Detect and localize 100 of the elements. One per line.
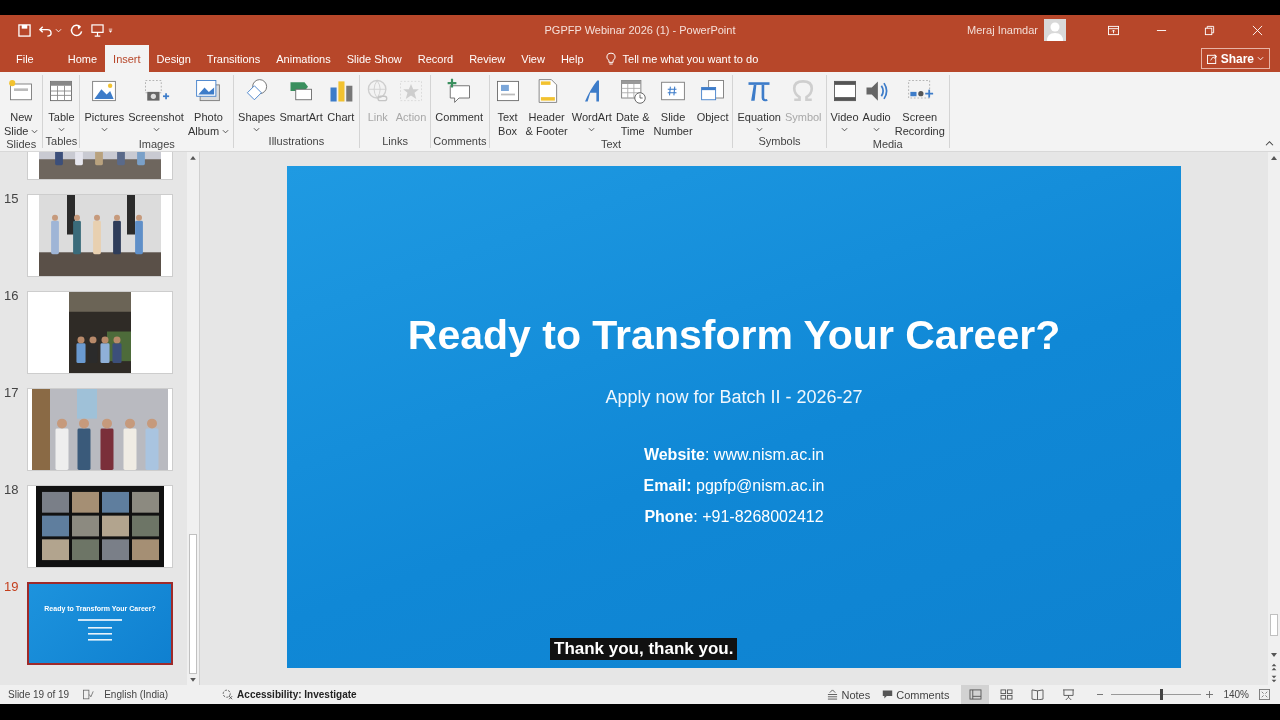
scroll-down-icon[interactable] bbox=[1270, 651, 1278, 659]
scrollbar[interactable] bbox=[1268, 152, 1280, 685]
ribbon-button[interactable]: New Slide bbox=[2, 75, 41, 138]
ribbon-button[interactable]: Equation bbox=[735, 75, 783, 133]
slider-thumb[interactable] bbox=[1159, 689, 1163, 700]
accessibility-status[interactable]: Accessibility: Investigate bbox=[237, 689, 357, 700]
user-name: Meraj Inamdar bbox=[967, 24, 1038, 36]
ribbon-tab[interactable]: File bbox=[8, 45, 42, 72]
scroll-up-icon[interactable] bbox=[189, 154, 197, 162]
scrollbar[interactable] bbox=[187, 152, 199, 685]
ribbon-button[interactable]: Slide Number bbox=[651, 75, 695, 138]
scroll-thumb[interactable] bbox=[1270, 614, 1278, 636]
group-label: Tables bbox=[45, 135, 78, 148]
caret-icon bbox=[152, 126, 160, 133]
share-button[interactable]: Share bbox=[1200, 48, 1270, 69]
group-label: Illustrations bbox=[267, 135, 326, 148]
contact-line: Email: pgpfp@nism.ac.in bbox=[643, 477, 825, 494]
collapse-ribbon-icon[interactable] bbox=[1265, 140, 1274, 147]
accessibility-icon[interactable] bbox=[222, 689, 234, 700]
fit-to-window-icon[interactable] bbox=[1259, 689, 1270, 700]
contact-line: Website: www.nism.ac.in bbox=[643, 446, 825, 463]
slide-title: Ready to Transform Your Career? bbox=[407, 311, 1061, 359]
spelling-check-icon[interactable] bbox=[83, 689, 95, 700]
ribbon-button[interactable]: Comment bbox=[433, 75, 486, 124]
ribbon-button[interactable]: Screenshot bbox=[126, 75, 186, 133]
normal-view-icon bbox=[968, 689, 982, 700]
group-label: Links bbox=[381, 135, 409, 148]
group-label: Text bbox=[599, 138, 623, 151]
slide-number: 19 bbox=[3, 580, 20, 594]
notes-button[interactable]: Notes bbox=[827, 688, 871, 701]
save-icon[interactable] bbox=[18, 23, 31, 37]
share-icon bbox=[1206, 53, 1218, 64]
ribbon-button[interactable]: Header & Footer bbox=[523, 75, 570, 138]
ribbon-tab[interactable]: View bbox=[513, 45, 553, 72]
caret-icon[interactable] bbox=[55, 26, 62, 34]
ribbon-tab[interactable]: Animations bbox=[268, 45, 339, 72]
window-title: PGPFP Webinar 2026 (1) - PowerPoint bbox=[544, 24, 736, 36]
caret-icon bbox=[873, 126, 881, 133]
ribbon-button[interactable]: Screen Recording bbox=[892, 75, 947, 138]
view-button[interactable] bbox=[961, 685, 990, 704]
ribbon-tab[interactable]: Insert bbox=[105, 45, 149, 72]
slide-number: 16 bbox=[3, 289, 20, 303]
calendar-icon bbox=[618, 77, 647, 105]
group-label: Slides bbox=[5, 138, 38, 151]
group-label: Media bbox=[871, 138, 904, 151]
redo-icon[interactable] bbox=[70, 23, 83, 37]
ribbon-button[interactable]: Video bbox=[828, 75, 861, 133]
previous-slide-icon[interactable] bbox=[1270, 663, 1278, 671]
caret-icon bbox=[100, 126, 108, 133]
ribbon-button[interactable]: Text Box bbox=[491, 75, 524, 138]
group-label: Comments bbox=[433, 135, 487, 148]
slide-number: 15 bbox=[3, 192, 20, 206]
caption: Thank you, thank you. bbox=[550, 638, 738, 660]
ribbon-tab[interactable]: Review bbox=[461, 45, 514, 72]
comments-button[interactable]: Comments bbox=[882, 688, 950, 701]
ribbon-tab[interactable]: Transitions bbox=[198, 45, 269, 72]
restore-icon[interactable] bbox=[1204, 24, 1215, 36]
caret-icon bbox=[222, 127, 230, 135]
ribbon-button[interactable]: Table bbox=[45, 75, 78, 133]
caret-icon bbox=[588, 126, 596, 133]
slide-thumbnail[interactable] bbox=[27, 194, 173, 277]
ribbon-button[interactable]: Chart bbox=[324, 75, 357, 124]
slide-sorter-icon bbox=[999, 689, 1013, 700]
ribbon-tab[interactable]: Design bbox=[148, 45, 199, 72]
ribbon-button[interactable]: WordArt bbox=[569, 75, 614, 133]
ribbon-button[interactable]: SmartArt bbox=[277, 75, 325, 124]
slide-counter: Slide 19 of 19 bbox=[8, 689, 70, 700]
slide-thumbnail[interactable] bbox=[27, 291, 173, 374]
caret-icon bbox=[755, 126, 763, 133]
tell-me-search[interactable]: Tell me what you want to do bbox=[622, 52, 759, 65]
caret-icon bbox=[31, 127, 39, 135]
scroll-thumb[interactable] bbox=[189, 533, 197, 674]
ribbon-display-icon[interactable] bbox=[1108, 24, 1119, 36]
presentation-icon[interactable] bbox=[91, 23, 104, 37]
notes-icon bbox=[827, 689, 839, 700]
next-slide-icon[interactable] bbox=[1270, 675, 1278, 683]
ribbon-tab[interactable]: Help bbox=[552, 45, 592, 72]
ribbon-tab[interactable]: Slide Show bbox=[338, 45, 410, 72]
ribbon-button[interactable]: Date & Time bbox=[613, 75, 652, 138]
slide-subtitle: Apply now for Batch II - 2026-27 bbox=[605, 387, 863, 408]
caret-icon bbox=[1257, 55, 1264, 62]
ribbon-button[interactable]: Object bbox=[694, 75, 731, 124]
slide-number: 17 bbox=[3, 386, 20, 400]
scroll-up-icon[interactable] bbox=[1270, 154, 1278, 162]
ribbon-button[interactable]: Shapes bbox=[236, 75, 278, 133]
ribbon-tab[interactable]: Home bbox=[59, 45, 106, 72]
zoom-in-icon[interactable] bbox=[1206, 691, 1214, 698]
group-label: Symbols bbox=[757, 135, 802, 148]
comment-icon bbox=[882, 689, 894, 700]
ribbon-button[interactable]: Pictures bbox=[82, 75, 127, 133]
zoom-level[interactable]: 140% bbox=[1223, 689, 1249, 700]
close-icon[interactable] bbox=[1252, 24, 1263, 36]
caret-icon bbox=[57, 126, 65, 133]
slideshow-icon bbox=[1061, 689, 1075, 700]
ribbon-button[interactable]: Photo Album bbox=[185, 75, 232, 138]
ribbon-tab[interactable]: Record bbox=[409, 45, 462, 72]
slide-number: 18 bbox=[3, 483, 20, 497]
language-indicator[interactable]: English (India) bbox=[104, 689, 169, 700]
group-label: Images bbox=[137, 138, 176, 151]
ribbon-button[interactable]: Audio bbox=[860, 75, 893, 133]
